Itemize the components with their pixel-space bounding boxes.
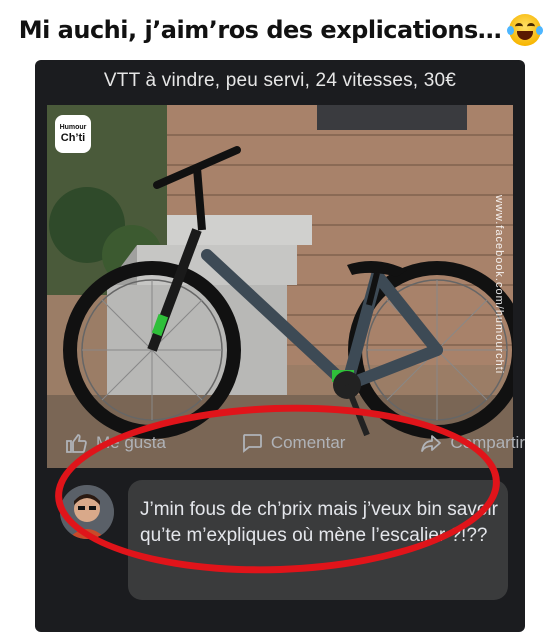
meme-headline: Mi auchi, j’aim’ros des explications… — [0, 6, 560, 54]
laughing-emoji-icon — [507, 14, 544, 46]
humour-chti-logo: Humour Ch’ti — [55, 115, 91, 153]
headline-text: Mi auchi, j’aim’ros des explications… — [18, 16, 502, 44]
post-title: VTT à vindre, peu servi, 24 vitesses, 30… — [103, 70, 457, 91]
watermark-url: www.facebook.com/humourchti — [493, 195, 505, 375]
